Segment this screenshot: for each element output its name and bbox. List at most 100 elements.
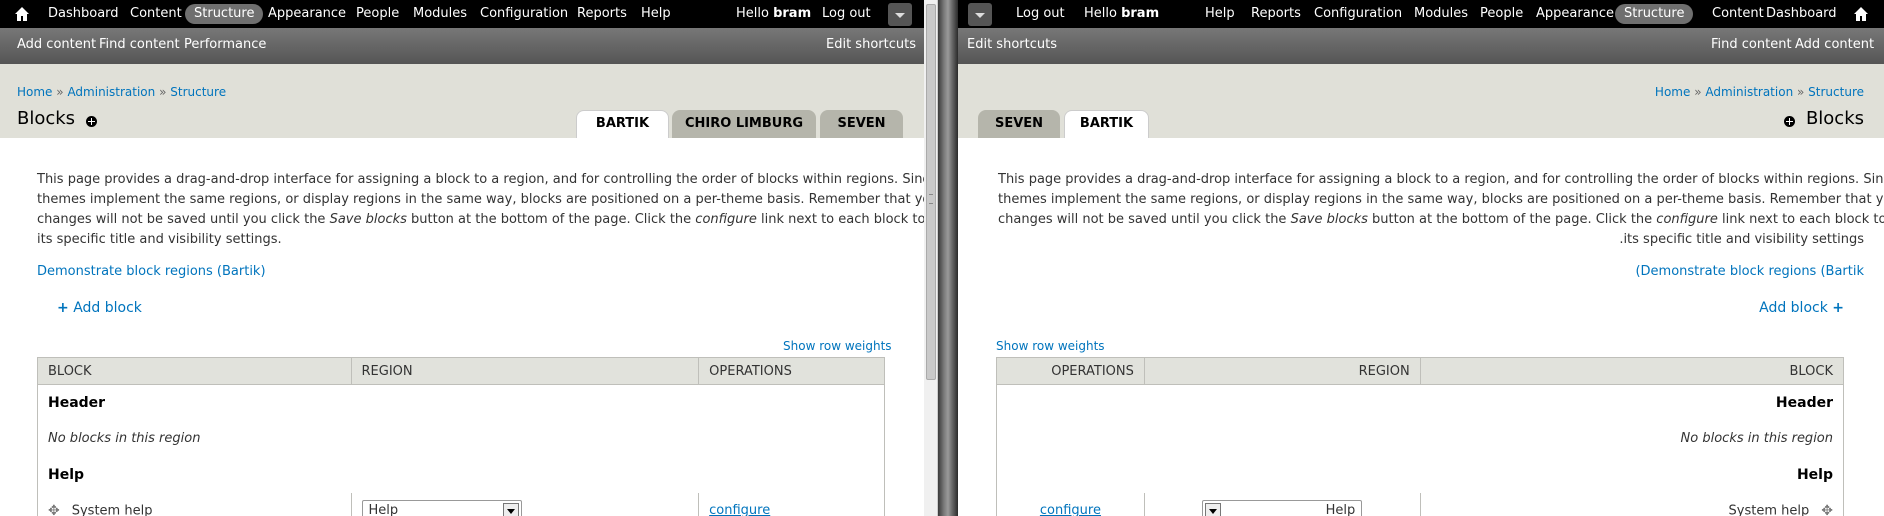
plus-icon: + [1832,300,1844,316]
shortcut-find-content[interactable]: Find content [1711,28,1792,64]
logout-link[interactable]: Log out [822,0,871,28]
page-title: Blocks [17,108,76,129]
breadcrumb-administration[interactable]: Administration [67,85,155,99]
toolbar-item-modules[interactable]: Modules [1414,0,1468,28]
toolbar-item-reports[interactable]: Reports [1251,0,1301,28]
user-greeting: Hello bram [1084,0,1159,28]
tab-bartik[interactable]: BARTIK [576,110,669,138]
demonstrate-block-regions-link[interactable]: (Demonstrate block regions (Bartik [1635,264,1864,279]
toolbar-item-content[interactable]: Content [1712,0,1764,28]
tab-seven[interactable]: SEVEN [820,110,903,138]
drag-handle-icon[interactable]: ✥ [1821,503,1833,516]
toolbar-item-people[interactable]: People [356,0,399,28]
home-icon[interactable] [1853,6,1869,22]
shortcut-add-content[interactable]: Add content [1795,28,1874,64]
column-header-operations: OPERATIONS [996,357,1145,385]
breadcrumb-structure[interactable]: Structure [170,85,226,99]
show-row-weights-link[interactable]: Show row weights [996,339,1105,353]
breadcrumb-separator: » [159,85,167,99]
pane-splitter[interactable] [924,0,958,516]
add-block-link[interactable]: Add block + [1759,300,1844,316]
add-shortcut-icon[interactable] [1784,116,1795,127]
breadcrumb: Home » Administration » Structure [17,85,226,99]
region-select[interactable]: Help [361,499,522,516]
breadcrumb-home[interactable]: Home [1655,85,1690,99]
toolbar-item-configuration[interactable]: Configuration [1314,0,1402,28]
table-row: Header [996,384,1844,421]
toolbar-drawer-toggle[interactable] [968,3,992,26]
add-block-link[interactable]: + Add block [57,300,142,316]
show-row-weights-link[interactable]: Show row weights [783,339,892,353]
toolbar-item-people[interactable]: People [1480,0,1523,28]
page-title: Blocks [1805,108,1864,129]
add-block-label: Add block [1759,300,1828,316]
demonstrate-block-regions-link[interactable]: Demonstrate block regions (Bartik) [37,264,266,279]
toolbar-item-dashboard[interactable]: Dashboard [1766,0,1837,28]
column-header-region: REGION [350,357,700,385]
toolbar-item-structure[interactable]: Structure [185,4,264,24]
region-select[interactable]: Help [1202,499,1363,516]
toolbar-item-content[interactable]: Content [130,0,182,28]
toolbar-item-help[interactable]: Help [1205,0,1235,28]
block-cell: System help ✥ [1419,492,1845,516]
add-shortcut-icon[interactable] [86,116,97,127]
operations-cell: configure [996,492,1145,516]
block-cell: ✥ System help [37,492,352,516]
user-greeting: Hello bram [736,0,811,28]
help-line: themes implement the same regions, or di… [998,192,1884,207]
toolbar-item-configuration[interactable]: Configuration [480,0,568,28]
scrollbar-thumb[interactable] [926,4,936,380]
region-title-help: Help [37,456,885,493]
splitter-bar[interactable] [938,0,958,516]
toolbar-item-appearance[interactable]: Appearance [1536,0,1614,28]
toolbar-item-help[interactable]: Help [641,0,671,28]
region-select-value: Help [1325,502,1356,516]
region-title-header: Header [37,384,885,421]
help-description: This page provides a drag-and-drop inter… [37,170,924,250]
toolbar-item-appearance[interactable]: Appearance [268,0,346,28]
greeting-text: Hello [736,6,769,21]
emphasis-text: Save blocks [1290,212,1368,227]
toolbar-item-structure[interactable]: Structure [1615,4,1694,24]
logout-link[interactable]: Log out [1016,0,1065,28]
scrollbar-grip-icon [929,194,933,204]
edit-shortcuts-link[interactable]: Edit shortcuts [967,28,1057,64]
shortcut-bar: Edit shortcuts Find content Add content [958,28,1884,64]
rtl-pane: Log out Hello bram Help Reports Configur… [958,0,1884,516]
breadcrumb-administration[interactable]: Administration [1705,85,1793,99]
toolbar-item-dashboard[interactable]: Dashboard [48,0,119,28]
breadcrumb-structure[interactable]: Structure [1808,85,1864,99]
region-select-value: Help [368,502,399,516]
shortcut-find-content[interactable]: Find content [99,28,180,64]
breadcrumb-home[interactable]: Home [17,85,52,99]
column-header-block: BLOCK [1419,357,1845,385]
table-row: No blocks in this region [37,420,885,457]
tab-chiro-limburg[interactable]: CHIRO LIMBURG [672,110,816,138]
column-header-block: BLOCK [37,357,352,385]
help-line: themes implement the same regions, or di… [37,192,924,207]
emphasis-text: Save blocks [329,212,407,227]
blocks-table: BLOCK REGION OPERATIONS Header No blocks… [37,357,885,516]
block-name: System help [1728,503,1810,516]
plus-icon: + [57,300,69,316]
configure-link[interactable]: configure [709,503,770,516]
add-block-label: Add block [73,300,142,316]
table-row: ✥ System help Help configure [37,492,885,516]
drag-handle-icon[interactable]: ✥ [48,503,60,516]
breadcrumb: Home » Administration » Structure [1655,85,1864,99]
toolbar-drawer-toggle[interactable] [888,3,912,26]
operations-cell: configure [698,492,885,516]
region-cell: Help [1143,492,1421,516]
configure-link[interactable]: configure [1040,503,1101,516]
emphasis-text: configure [695,212,757,227]
help-line: changes will not be saved until you clic… [37,212,924,227]
shortcut-performance[interactable]: Performance [184,28,266,64]
edit-shortcuts-link[interactable]: Edit shortcuts [826,28,916,64]
greeting-text: Hello [1084,6,1117,21]
toolbar-item-modules[interactable]: Modules [413,0,467,28]
toolbar-item-reports[interactable]: Reports [577,0,627,28]
tab-seven[interactable]: SEVEN [978,110,1060,138]
home-icon[interactable] [14,6,30,22]
tab-bartik[interactable]: BARTIK [1064,110,1149,138]
shortcut-add-content[interactable]: Add content [17,28,96,64]
